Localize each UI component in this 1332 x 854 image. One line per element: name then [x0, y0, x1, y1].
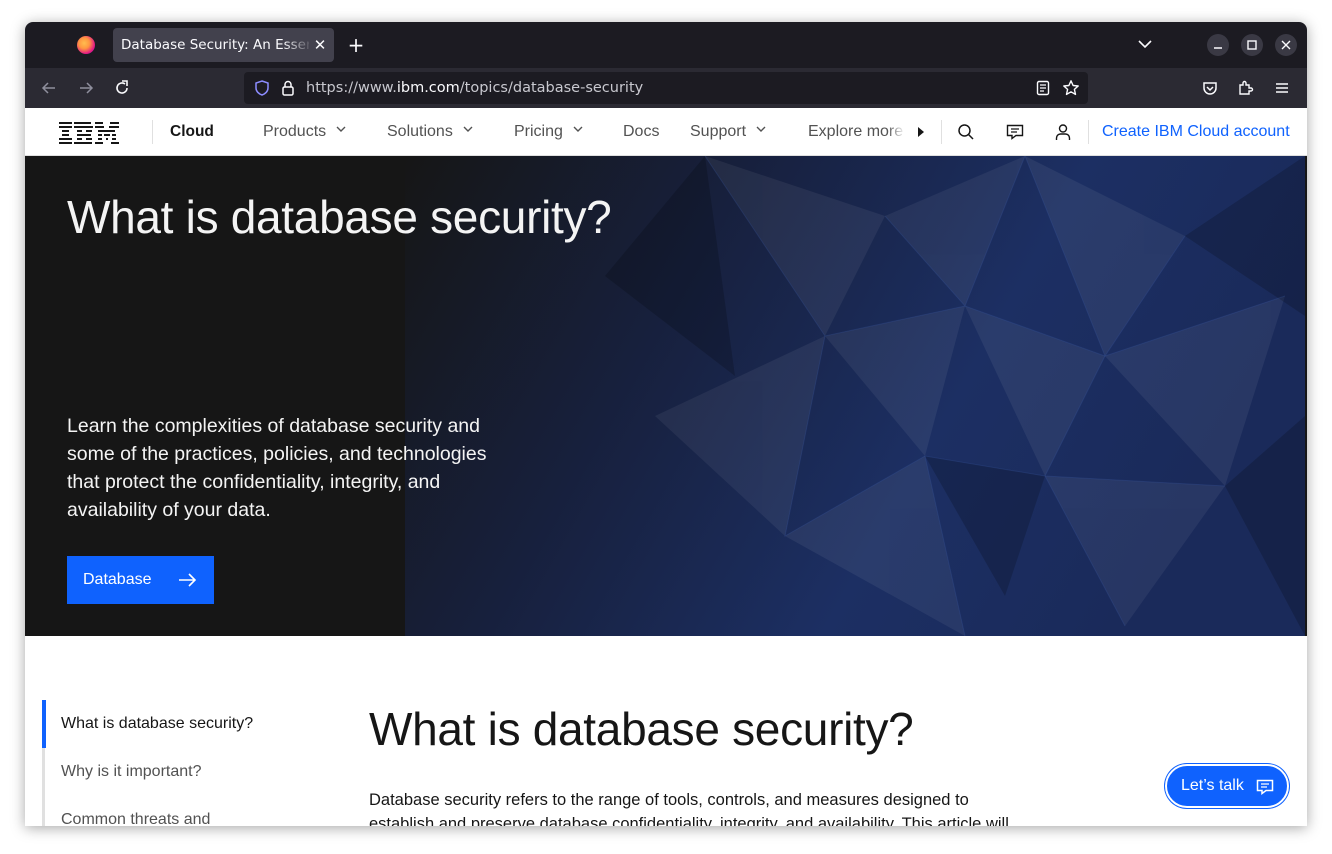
- hero-title: What is database security?: [67, 191, 612, 243]
- chat-bubble-icon: [1256, 779, 1274, 795]
- bookmark-star-icon[interactable]: [1062, 79, 1080, 97]
- toc-item-common-threats[interactable]: Common threats and: [42, 796, 322, 826]
- reader-view-icon[interactable]: [1035, 80, 1051, 96]
- nav-pricing[interactable]: Pricing: [514, 123, 583, 141]
- user-profile-icon[interactable]: [1053, 122, 1073, 142]
- nav-overflow-fade: [887, 120, 905, 144]
- close-window-button[interactable]: [1275, 34, 1297, 56]
- maximize-window-button[interactable]: [1241, 34, 1263, 56]
- close-tab-icon[interactable]: ✕: [311, 35, 329, 55]
- url-prefix: https://www.: [306, 80, 397, 96]
- masthead-divider: [1088, 120, 1089, 144]
- list-all-tabs-icon[interactable]: [1137, 36, 1153, 52]
- browser-tab-active[interactable]: Database Security: An Essential Guide ✕: [113, 28, 334, 62]
- chevron-down-icon: [336, 126, 346, 132]
- tab-title-fade: [283, 28, 313, 62]
- article-title: What is database security?: [369, 703, 914, 755]
- database-button-label: Database: [83, 571, 152, 588]
- chevron-down-icon: [463, 126, 473, 132]
- nav-scroll-right-icon[interactable]: [916, 126, 926, 138]
- reload-icon[interactable]: [112, 78, 132, 98]
- chevron-down-icon: [573, 126, 583, 132]
- address-bar[interactable]: https://www.ibm.com/topics/database-secu…: [244, 72, 1088, 104]
- url-text[interactable]: https://www.ibm.com/topics/database-secu…: [306, 80, 643, 96]
- nav-support-label: Support: [690, 123, 747, 140]
- firefox-logo-icon: [77, 36, 95, 54]
- tab-title: Database Security: An Essential Guide: [121, 37, 309, 53]
- masthead-divider: [941, 120, 942, 144]
- tracking-shield-icon[interactable]: [253, 79, 271, 97]
- minimize-window-button[interactable]: [1207, 34, 1229, 56]
- minimize-icon: [1214, 47, 1222, 49]
- pocket-icon[interactable]: [1200, 78, 1220, 98]
- browser-toolbar: https://www.ibm.com/topics/database-secu…: [25, 68, 1307, 108]
- browser-window: Database Security: An Essential Guide ✕ …: [25, 22, 1307, 826]
- maximize-icon: [1247, 40, 1257, 50]
- nav-products[interactable]: Products: [263, 123, 346, 141]
- toc-item-why-important[interactable]: Why is it important?: [42, 748, 322, 796]
- nav-solutions-label: Solutions: [387, 123, 453, 140]
- ibm-logo[interactable]: [59, 121, 119, 145]
- hero-description: Learn the complexities of database secur…: [67, 415, 487, 521]
- lock-icon[interactable]: [280, 79, 296, 97]
- nav-support[interactable]: Support: [690, 123, 766, 141]
- database-button[interactable]: Database: [67, 556, 214, 604]
- hero-banner: What is database security? Learn the com…: [25, 156, 1307, 636]
- ibm-masthead: Cloud Products Solutions Pricing Docs Su…: [25, 108, 1307, 156]
- chat-icon[interactable]: [1005, 122, 1025, 142]
- search-icon[interactable]: [956, 122, 976, 142]
- arrow-right-icon: [179, 573, 197, 587]
- masthead-divider: [152, 120, 153, 144]
- create-account-link[interactable]: Create IBM Cloud account: [1102, 123, 1290, 141]
- new-tab-button[interactable]: +: [345, 33, 367, 57]
- url-path: /topics/database-security: [459, 80, 644, 96]
- hamburger-menu-icon[interactable]: [1272, 78, 1292, 98]
- lets-talk-label: Let’s talk: [1181, 777, 1244, 794]
- forward-arrow-icon[interactable]: [76, 78, 96, 98]
- nav-products-label: Products: [263, 123, 327, 140]
- nav-docs[interactable]: Docs: [623, 123, 659, 141]
- lets-talk-button[interactable]: Let’s talk: [1165, 764, 1289, 808]
- nav-pricing-label: Pricing: [514, 123, 563, 140]
- article-body: Database security refers to the range of…: [369, 791, 1009, 826]
- close-icon: [1281, 40, 1291, 50]
- extensions-puzzle-icon[interactable]: [1236, 78, 1256, 98]
- back-arrow-icon[interactable]: [39, 78, 59, 98]
- nav-solutions[interactable]: Solutions: [387, 123, 473, 141]
- url-host: ibm.com: [396, 80, 460, 96]
- toc-item-what-is[interactable]: What is database security?: [42, 700, 322, 748]
- platform-name[interactable]: Cloud: [170, 123, 214, 141]
- browser-titlebar: Database Security: An Essential Guide ✕ …: [25, 22, 1307, 68]
- chevron-down-icon: [756, 126, 766, 132]
